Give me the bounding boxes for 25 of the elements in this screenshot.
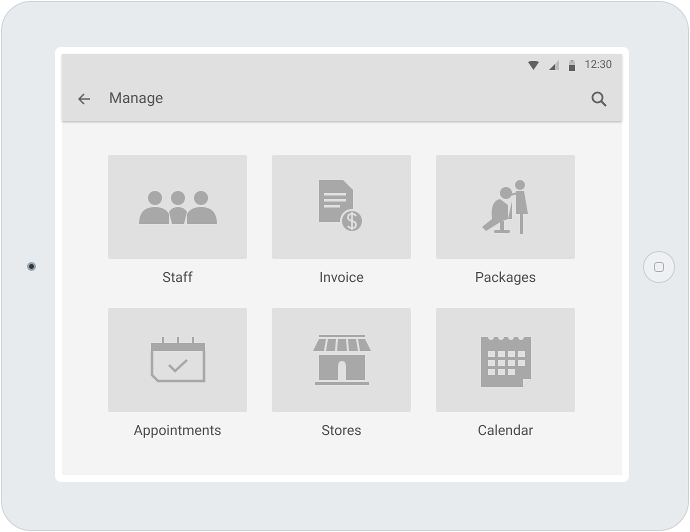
back-button[interactable] [76,90,92,106]
search-button[interactable] [590,90,608,108]
tile-button[interactable] [436,155,575,259]
wifi-icon [528,60,539,70]
tile-button[interactable] [108,155,247,259]
tile-button[interactable] [436,308,575,412]
home-button[interactable] [643,251,675,283]
storefront-icon [312,335,370,385]
tile-label: Stores [321,422,362,441]
signal-icon [548,60,559,70]
app-title: Manage [109,88,164,110]
tile-button[interactable] [272,155,411,259]
tile-button[interactable] [272,308,411,412]
tile-label: Invoice [319,269,364,288]
tile-label: Calendar [478,422,534,441]
tile-button[interactable] [108,308,247,412]
battery-icon [568,60,575,70]
calendar-check-icon [148,337,206,383]
invoice-icon [318,180,364,234]
people-icon [138,190,216,224]
tile-label: Staff [162,269,193,288]
tile-label: Appointments [134,422,222,441]
status-time: 12:30 [584,56,612,73]
tile-label: Packages [475,269,536,288]
camera-icon [27,262,36,271]
